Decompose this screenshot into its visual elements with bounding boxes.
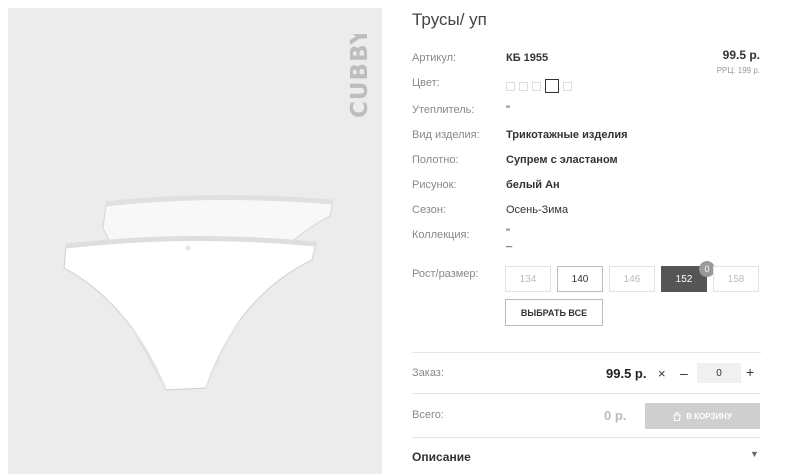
- chevron-down-icon[interactable]: ▼: [750, 449, 759, 459]
- order-price: 99.5 р.: [606, 366, 647, 381]
- total-value: 0 р.: [604, 408, 627, 423]
- attr-color: Цвет:: [412, 77, 762, 95]
- size-134: 134: [505, 266, 551, 292]
- add-to-cart-label: В КОРЗИНУ: [686, 411, 732, 421]
- divider: [412, 352, 761, 353]
- attr-label: Коллекция:: [412, 229, 470, 241]
- quantity-input[interactable]: 0: [697, 363, 741, 383]
- attr-value: ": [506, 104, 510, 116]
- color-swatch[interactable]: [532, 81, 541, 91]
- attr-label: Полотно:: [412, 154, 459, 166]
- attr-pattern: Рисунок: белый Ан: [412, 179, 762, 197]
- attr-fabric: Полотно: Супрем с эластаном: [412, 154, 762, 172]
- size-146: 146: [609, 266, 655, 292]
- attr-value: Осень-Зима: [506, 204, 569, 216]
- attr-season: Сезон: Осень-Зима: [412, 204, 762, 222]
- add-to-cart-button[interactable]: В КОРЗИНУ: [645, 403, 760, 429]
- attr-collection: Коллекция: " _: [412, 227, 762, 251]
- attr-label: Рисунок:: [412, 179, 457, 191]
- remove-icon[interactable]: ×: [658, 366, 666, 381]
- size-158: 158: [713, 266, 759, 292]
- attr-insulation: Утеплитель: ": [412, 104, 762, 122]
- product-image[interactable]: CUBBY: [8, 8, 382, 474]
- increase-button[interactable]: +: [746, 364, 754, 380]
- select-all-button[interactable]: ВЫБРАТЬ ВСЕ: [505, 299, 603, 326]
- attr-value: Трикотажные изделия: [506, 129, 628, 141]
- color-swatches: [506, 79, 572, 93]
- description-toggle[interactable]: Описание: [412, 450, 471, 464]
- decrease-button[interactable]: –: [680, 365, 688, 381]
- briefs-illustration: [63, 194, 334, 391]
- bag-icon: [673, 411, 681, 421]
- attr-label: Цвет:: [412, 77, 440, 89]
- attr-product-type: Вид изделия: Трикотажные изделия: [412, 129, 762, 147]
- attr-value: белый Ан: [506, 179, 560, 191]
- divider: [412, 437, 761, 438]
- product-title: Трусы/ уп: [412, 10, 487, 29]
- color-swatch[interactable]: [563, 81, 572, 91]
- brand-logo-text: CUBBY: [347, 34, 373, 118]
- color-swatch[interactable]: [506, 81, 515, 91]
- attr-label: Артикул:: [412, 52, 457, 64]
- attr-value: Супрем с эластаном: [506, 154, 618, 166]
- order-label: Заказ:: [412, 367, 444, 379]
- total-label: Всего:: [412, 409, 444, 421]
- size-140[interactable]: 140: [557, 266, 603, 292]
- sizes-label: Рост/размер:: [412, 268, 479, 280]
- brand-logo: CUBBY: [347, 34, 373, 118]
- attr-article: Артикул: КБ 1955: [412, 52, 762, 70]
- color-swatch-selected[interactable]: [545, 79, 559, 93]
- color-swatch[interactable]: [519, 81, 528, 91]
- attr-label: Утеплитель:: [412, 104, 475, 116]
- attr-label: Сезон:: [412, 204, 446, 216]
- attr-value: КБ 1955: [506, 52, 549, 64]
- divider: [412, 393, 761, 394]
- attr-label: Вид изделия:: [412, 129, 480, 141]
- attr-value: " _: [506, 227, 513, 248]
